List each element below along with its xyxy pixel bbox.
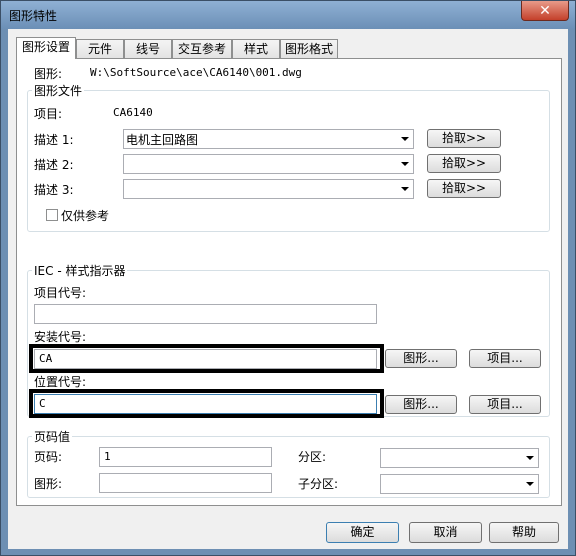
cancel-button[interactable]: 取消 (409, 522, 482, 543)
project-label: 项目: (34, 107, 63, 121)
pick-button-1[interactable]: 拾取>> (427, 129, 501, 148)
reference-only-label: 仅供参考 (61, 209, 110, 223)
project-code-label: 项目代号: (34, 286, 87, 300)
desc3-combo[interactable] (123, 179, 414, 199)
page-drawing-label: 图形: (34, 477, 63, 491)
chevron-down-icon (526, 482, 534, 486)
location-code-input[interactable]: C (34, 394, 377, 414)
tab-cross-reference[interactable]: 交互参考 (172, 39, 232, 58)
location-code-label: 位置代号: (34, 375, 87, 389)
drawing-label: 图形: (34, 67, 63, 81)
install-project-button[interactable]: 项目... (469, 349, 541, 368)
subsection-label: 子分区: (298, 477, 339, 491)
subsection-combo[interactable] (380, 474, 539, 494)
drawing-path: W:\SoftSource\ace\CA6140\001.dwg (90, 66, 302, 79)
chevron-down-icon (401, 187, 409, 191)
page-legend: 页码值 (32, 428, 73, 445)
drawing-file-legend: 图形文件 (32, 82, 85, 99)
pick-button-3[interactable]: 拾取>> (427, 179, 501, 198)
pick-button-2[interactable]: 拾取>> (427, 154, 501, 173)
help-button[interactable]: 帮助 (489, 522, 559, 543)
desc1-combo[interactable]: 电机主回路图 (123, 129, 414, 149)
desc2-label: 描述 2: (34, 158, 74, 172)
tab-drawing-settings[interactable]: 图形设置 (16, 37, 76, 59)
chevron-down-icon (401, 137, 409, 141)
tab-drawing-format[interactable]: 图形格式 (280, 39, 338, 58)
tab-wire-numbers[interactable]: 线号 (124, 39, 172, 58)
tab-panel: 图形: W:\SoftSource\ace\CA6140\001.dwg 图形文… (16, 58, 562, 506)
location-project-button[interactable]: 项目... (469, 395, 541, 414)
tab-styles[interactable]: 样式 (232, 39, 280, 58)
section-combo[interactable] (380, 448, 539, 468)
desc2-combo[interactable] (123, 154, 414, 174)
page-number-input[interactable]: 1 (99, 447, 272, 467)
project-code-input[interactable] (34, 304, 377, 324)
chevron-down-icon (401, 162, 409, 166)
tab-components[interactable]: 元件 (76, 39, 124, 58)
desc3-label: 描述 3: (34, 183, 74, 197)
close-button[interactable]: ✕ (521, 1, 569, 21)
desc1-label: 描述 1: (34, 133, 74, 147)
ok-button[interactable]: 确定 (326, 522, 399, 543)
desc1-value: 电机主回路图 (126, 133, 199, 147)
page-number-label: 页码: (34, 450, 63, 464)
project-value: CA6140 (113, 106, 153, 119)
install-code-input[interactable]: CA (34, 349, 377, 369)
chevron-down-icon (526, 456, 534, 460)
dialog-window: 图形特性 ✕ 图形设置 元件 线号 交互参考 样式 图形格式 图形: W:\So… (0, 0, 576, 556)
title-bar[interactable]: 图形特性 ✕ (1, 1, 575, 29)
install-drawing-button[interactable]: 图形... (385, 349, 457, 368)
dialog-client: 图形设置 元件 线号 交互参考 样式 图形格式 图形: W:\SoftSourc… (8, 29, 568, 549)
window-title: 图形特性 (9, 9, 58, 23)
location-drawing-button[interactable]: 图形... (385, 395, 457, 414)
reference-only-checkbox[interactable] (46, 209, 58, 221)
page-drawing-input[interactable] (99, 473, 272, 493)
section-label: 分区: (298, 450, 327, 464)
iec-legend: IEC - 样式指示器 (32, 262, 128, 279)
install-code-label: 安装代号: (34, 330, 87, 344)
